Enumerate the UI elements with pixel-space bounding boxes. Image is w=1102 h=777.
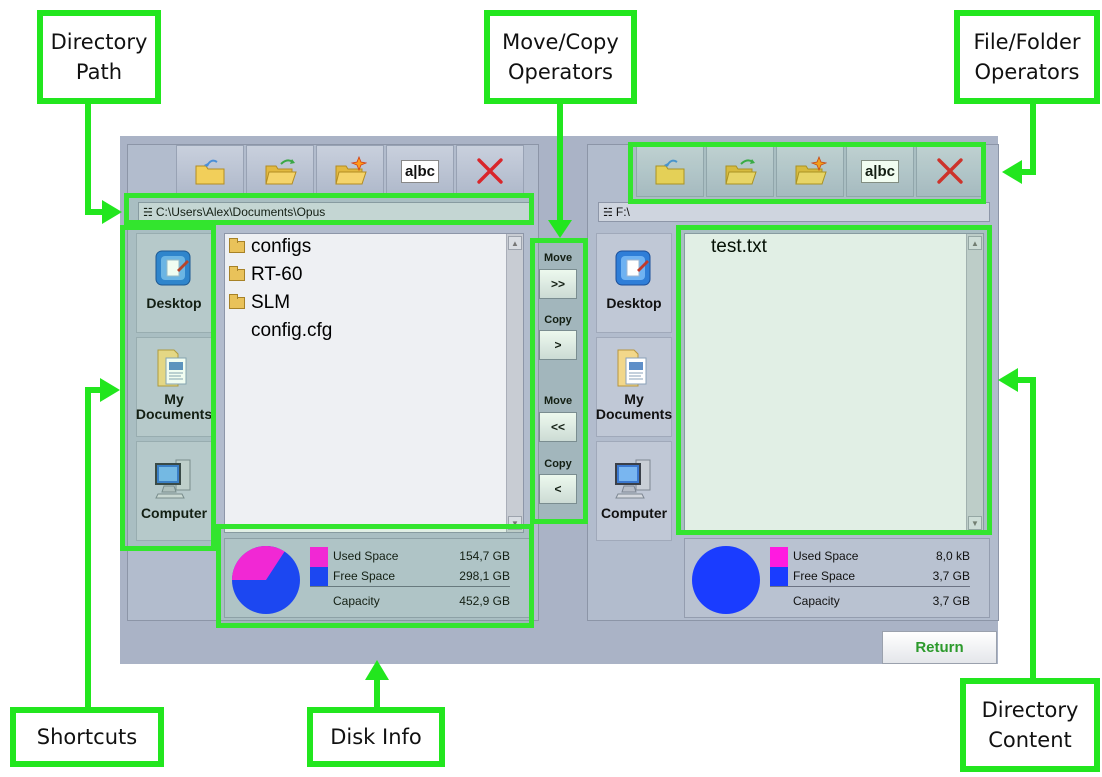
- callout-arrows: [85, 100, 1036, 708]
- callout-file-folder-operators: File/Folder Operators: [954, 10, 1100, 104]
- callout-move-copy-operators: Move/Copy Operators: [484, 10, 637, 104]
- callout-directory-content: Directory Content: [960, 678, 1100, 772]
- callout-directory-path: Directory Path: [37, 10, 161, 104]
- callout-shortcuts: Shortcuts: [10, 707, 164, 767]
- callout-disk-info: Disk Info: [307, 707, 445, 767]
